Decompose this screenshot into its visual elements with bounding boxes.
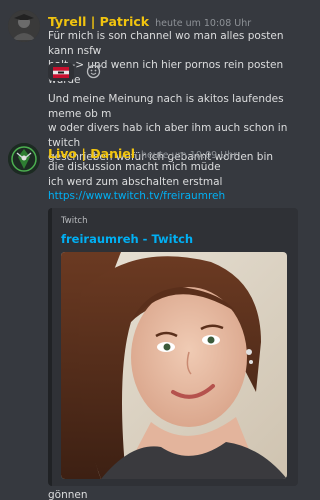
embed-thumbnail[interactable] xyxy=(61,252,287,479)
message-header: Livo | Daniel heute um 10:09 Uhr xyxy=(48,146,237,161)
author-name[interactable]: Livo | Daniel xyxy=(48,146,135,161)
embed-title[interactable]: freiraumreh - Twitch xyxy=(61,232,193,246)
chat-message-list: Tyrell | Patrick heute um 10:08 Uhr Für … xyxy=(0,0,309,500)
reaction-button[interactable] xyxy=(48,63,74,81)
link-embed: Twitch freiraumreh - Twitch xyxy=(48,208,298,486)
message-link[interactable]: https://www.twitch.tv/freiraumreh xyxy=(48,190,225,202)
embed-provider[interactable]: Twitch xyxy=(61,216,88,226)
avatar-image xyxy=(8,143,40,175)
message-line: Für mich is son channel wo man alles pos… xyxy=(48,30,284,57)
flag-icon xyxy=(53,66,69,78)
avatar[interactable] xyxy=(8,10,40,42)
message-line: die diskussion macht mich müde xyxy=(48,161,221,173)
message-timestamp: heute um 10:08 Uhr xyxy=(155,18,252,29)
message-content: gönnen xyxy=(48,489,88,500)
author-name[interactable]: Tyrell | Patrick xyxy=(48,14,149,29)
avatar-image xyxy=(8,10,40,42)
message-content: die diskussion macht mich müde ich werd … xyxy=(48,160,304,190)
message-line: ich werd zum abschalten erstmal xyxy=(48,176,223,188)
message-header: Tyrell | Patrick heute um 10:08 Uhr xyxy=(48,14,251,29)
embed-thumbnail-photo xyxy=(61,252,287,479)
message-line: Und meine Meinung nach is akitos laufend… xyxy=(48,93,284,120)
add-reaction-button[interactable] xyxy=(85,62,103,80)
avatar[interactable] xyxy=(8,143,40,175)
add-emoji-icon xyxy=(86,64,101,79)
